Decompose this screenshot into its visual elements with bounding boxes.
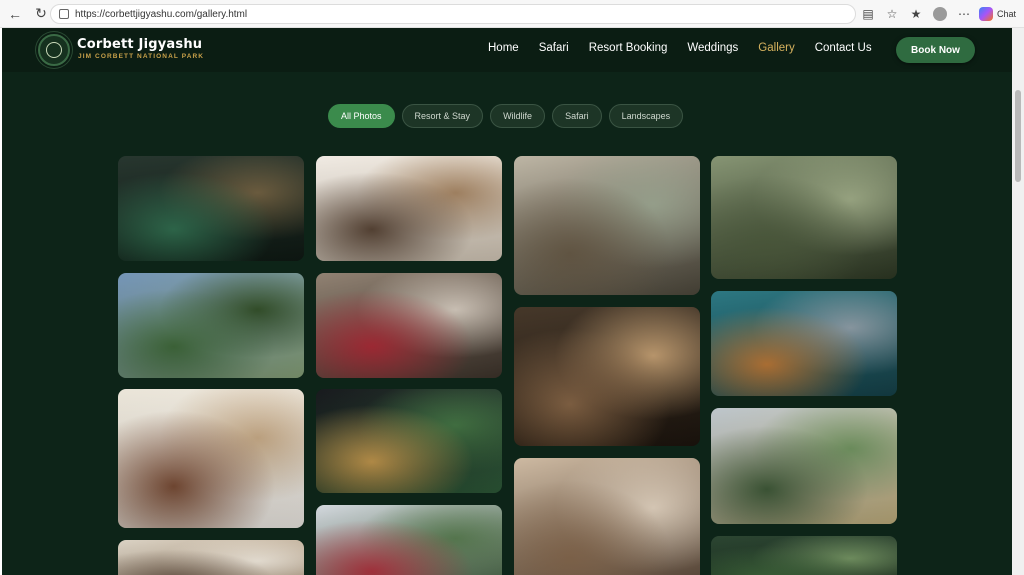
scrollbar-thumb[interactable] (1015, 90, 1021, 182)
more-icon[interactable]: ⋯ (955, 5, 973, 23)
brand-tagline: JIM CORBETT NATIONAL PARK (78, 53, 205, 60)
photo-overlay (316, 273, 502, 378)
photo-overlay (711, 156, 897, 279)
photo-overlay (711, 408, 897, 524)
favorite-star-icon[interactable]: ☆ (883, 5, 901, 23)
nav-gallery[interactable]: Gallery (758, 42, 794, 54)
browser-toolbar: ← ↻ https://corbettjigyashu.com/gallery.… (0, 0, 1024, 28)
favorites-icon[interactable]: ★ (907, 5, 925, 23)
photo-striped-hyena[interactable] (514, 156, 700, 295)
photo-resort-aerial-night[interactable] (118, 156, 304, 261)
nav-resort-booking[interactable]: Resort Booking (589, 42, 668, 54)
nav-home[interactable]: Home (488, 42, 519, 54)
photo-python-head[interactable] (514, 307, 700, 446)
avatar (932, 7, 947, 21)
lock-icon (59, 9, 69, 19)
photo-flower-bathtub[interactable] (316, 273, 502, 378)
photo-room-ceiling-fan[interactable] (118, 540, 304, 575)
main-menu: Home Safari Resort Booking Weddings Gall… (488, 42, 892, 54)
reader-view-icon[interactable]: ▤ (859, 5, 877, 23)
photo-resort-pool-night[interactable] (316, 389, 502, 493)
gallery-page: Corbett Jigyashu JIM CORBETT NATIONAL PA… (2, 28, 1012, 575)
book-now-button[interactable]: Book Now (896, 37, 975, 63)
photo-overlay (711, 536, 897, 575)
nav-safari[interactable]: Safari (539, 42, 569, 54)
photo-bedroom-interior[interactable] (316, 156, 502, 261)
photo-room-sofa[interactable] (118, 389, 304, 528)
address-bar[interactable]: https://corbettjigyashu.com/gallery.html (50, 4, 856, 24)
photo-overlay (514, 156, 700, 295)
photo-overlay (514, 458, 700, 575)
site-header: Corbett Jigyashu JIM CORBETT NATIONAL PA… (2, 28, 1012, 72)
photo-overlay (711, 291, 897, 396)
page-scrollbar[interactable] (1012, 28, 1024, 575)
photo-overlay (316, 156, 502, 261)
reload-icon[interactable]: ↻ (30, 3, 52, 25)
back-icon[interactable]: ← (4, 3, 26, 25)
photo-overlay (118, 156, 304, 261)
photo-tiger-river[interactable] (711, 291, 897, 396)
photo-overlay (316, 389, 502, 493)
photo-overlay (118, 540, 304, 575)
brand-name[interactable]: Corbett Jigyashu (77, 37, 202, 52)
filter-safari[interactable]: Safari (552, 104, 602, 128)
photo-overlay (118, 273, 304, 378)
nav-contact-us[interactable]: Contact Us (815, 42, 872, 54)
filter-all-photos[interactable]: All Photos (328, 104, 395, 128)
chat-label: Chat (996, 9, 1016, 19)
photo-kingfisher-branch[interactable] (711, 156, 897, 279)
chat-button[interactable]: Chat (978, 7, 1018, 21)
filter-landscapes[interactable]: Landscapes (608, 104, 684, 128)
profile-icon[interactable] (931, 5, 949, 23)
gallery-filters: All Photos Resort & Stay Wildlife Safari… (328, 104, 684, 128)
url-text: https://corbettjigyashu.com/gallery.html (75, 8, 248, 20)
photo-resort-cottages[interactable] (316, 505, 502, 575)
photo-forest-canopy[interactable] (711, 536, 897, 575)
nav-weddings[interactable]: Weddings (687, 42, 738, 54)
photo-overlay (118, 389, 304, 528)
photo-snake-sand[interactable] (514, 458, 700, 575)
photo-overlay (514, 307, 700, 446)
logo-ring (46, 42, 62, 58)
copilot-icon (978, 7, 993, 21)
filter-resort-stay[interactable]: Resort & Stay (401, 104, 484, 128)
filter-wildlife[interactable]: Wildlife (490, 104, 546, 128)
photo-resort-aerial-dusk[interactable] (118, 273, 304, 378)
photo-overlay (316, 505, 502, 575)
logo-icon[interactable] (38, 34, 70, 66)
photo-forest-hills[interactable] (711, 408, 897, 524)
